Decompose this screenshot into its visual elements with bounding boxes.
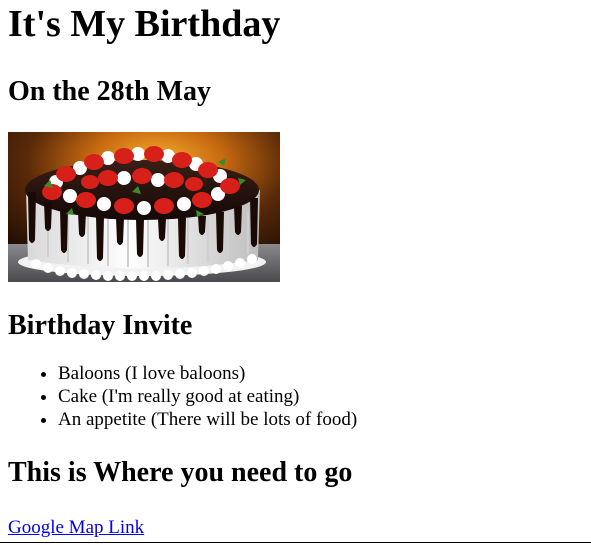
date-subtitle: On the 28th May xyxy=(8,76,211,107)
invite-heading: Birthday Invite xyxy=(8,310,193,341)
list-item: An appetite (There will be lots of food) xyxy=(58,408,583,431)
list-item: Cake (I'm really good at eating) xyxy=(58,385,583,408)
google-map-link[interactable]: Google Map Link xyxy=(8,517,144,539)
bottom-divider xyxy=(0,542,591,543)
page-title: It's My Birthday xyxy=(8,3,281,45)
page-content: It's My Birthday On the 28th May Birthda… xyxy=(0,0,591,539)
cake-image xyxy=(8,132,280,282)
directions-heading: This is Where you need to go xyxy=(8,457,353,488)
cake-illustration xyxy=(8,132,280,282)
invite-list: Baloons (I love baloons) Cake (I'm reall… xyxy=(8,362,583,431)
list-item: Baloons (I love baloons) xyxy=(58,362,583,385)
